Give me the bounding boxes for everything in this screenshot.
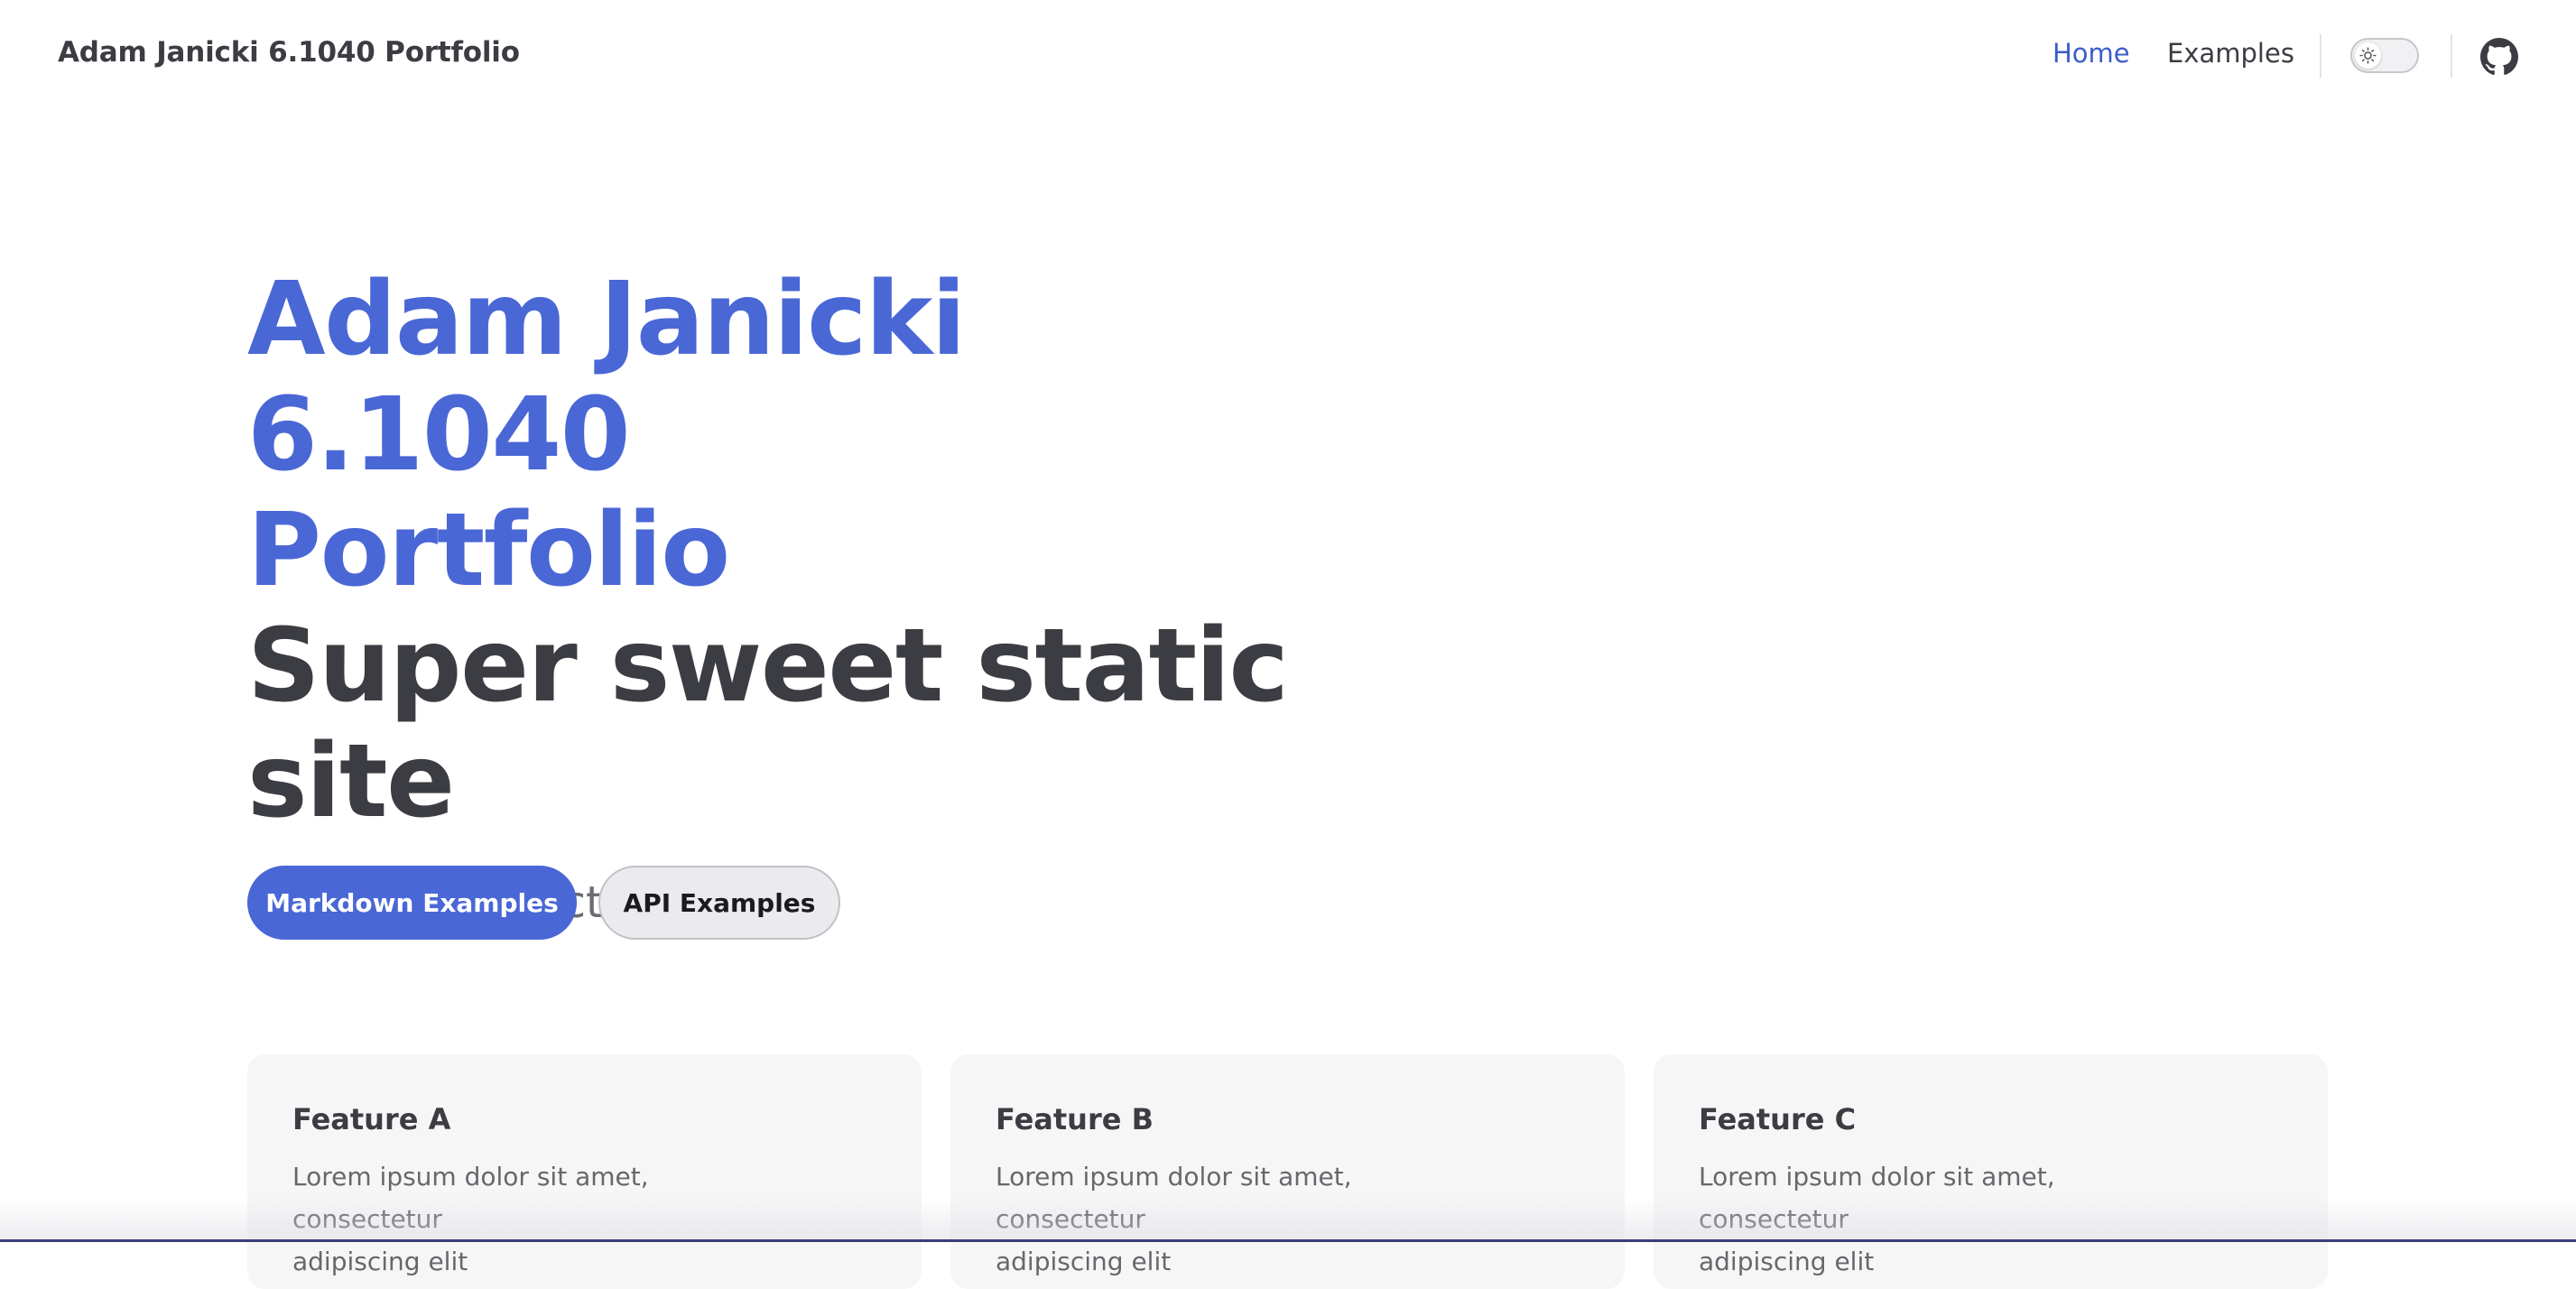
feature-details-line: Lorem ipsum dolor sit amet, consectetur: [1699, 1162, 2055, 1234]
hero-text: Super sweet static site: [247, 608, 1330, 839]
github-icon: [2480, 38, 2518, 75]
feature-details-line: adipiscing elit: [292, 1247, 468, 1276]
theme-toggle[interactable]: [2350, 38, 2419, 73]
feature-card: Feature C Lorem ipsum dolor sit amet, co…: [1654, 1054, 2328, 1289]
feature-card: Feature B Lorem ipsum dolor sit amet, co…: [950, 1054, 1625, 1289]
toggle-knob: [2355, 42, 2381, 69]
markdown-examples-button[interactable]: Markdown Examples: [247, 866, 577, 940]
hero: Adam Janicki 6.1040 Portfolio Super swee…: [247, 262, 1330, 930]
feature-details: Lorem ipsum dolor sit amet, consectetur …: [292, 1155, 798, 1283]
hero-name-line: Adam Janicki 6.1040: [247, 261, 966, 494]
sun-icon: [2359, 47, 2377, 64]
feature-details-line: Lorem ipsum dolor sit amet, consectetur: [996, 1162, 1352, 1234]
feature-title: Feature A: [292, 1102, 451, 1136]
nav-divider: [2320, 34, 2321, 78]
nav-link-examples[interactable]: Examples: [2167, 38, 2294, 69]
api-examples-button[interactable]: API Examples: [598, 866, 840, 940]
feature-card: Feature A Lorem ipsum dolor sit amet, co…: [247, 1054, 922, 1289]
hero-name: Adam Janicki 6.1040 Portfolio: [247, 262, 1330, 608]
hero-text-line: Super sweet static: [247, 607, 1289, 725]
top-nav: Adam Janicki 6.1040 Portfolio Home Examp…: [0, 0, 2576, 112]
feature-details: Lorem ipsum dolor sit amet, consectetur …: [996, 1155, 1501, 1283]
hero-text-line: site: [247, 723, 455, 840]
feature-details-line: adipiscing elit: [1699, 1247, 1875, 1276]
github-link[interactable]: [2480, 38, 2518, 76]
hero-name-line: Portfolio: [247, 492, 730, 609]
feature-details-line: Lorem ipsum dolor sit amet, consectetur: [292, 1162, 649, 1234]
feature-details-line: adipiscing elit: [996, 1247, 1172, 1276]
nav-divider: [2451, 34, 2452, 78]
site-title[interactable]: Adam Janicki 6.1040 Portfolio: [58, 36, 520, 69]
nav-link-home[interactable]: Home: [2052, 38, 2130, 69]
feature-details: Lorem ipsum dolor sit amet, consectetur …: [1699, 1155, 2204, 1283]
feature-title: Feature C: [1699, 1102, 1857, 1136]
feature-title: Feature B: [996, 1102, 1154, 1136]
